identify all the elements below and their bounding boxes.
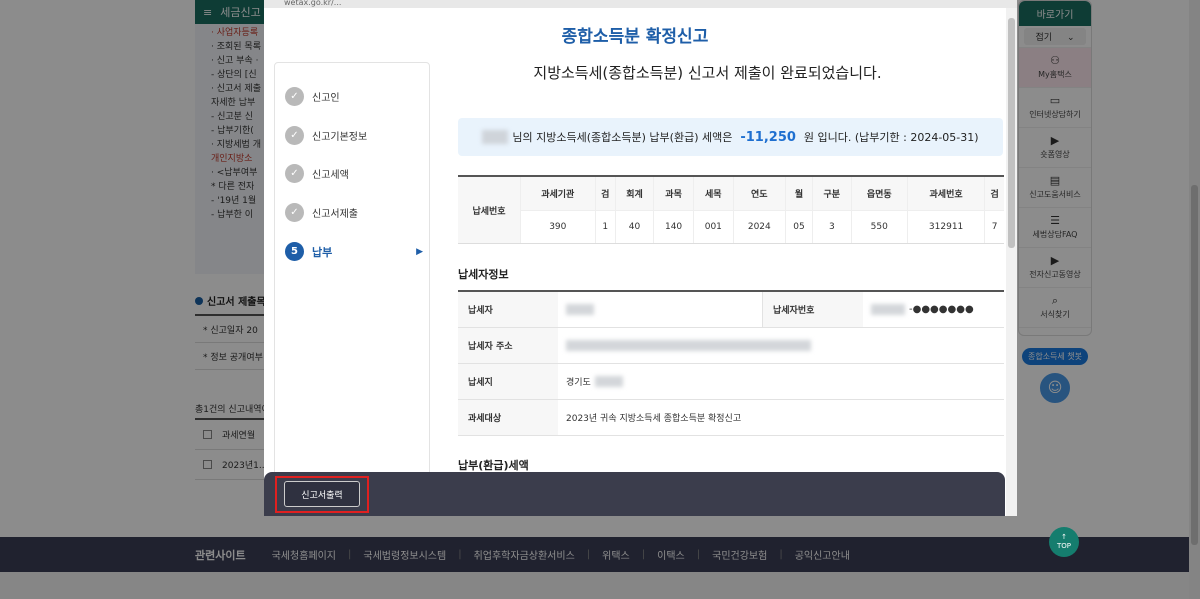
arrow-up-icon: ↑ (1061, 533, 1067, 541)
tax-amount-notice: 님의 지방소득세(종합소득분) 납부(환급) 세액은 -11,250 원 입니다… (458, 118, 1003, 156)
column-header: 월 (784, 177, 813, 211)
step-item: ✓ 신고세액 (285, 164, 415, 183)
table-row: 납세지 경기도 (458, 364, 1004, 400)
table-row: 과세대상 2023년 귀속 지방소득세 종합소득분 확정신고 (458, 400, 1004, 436)
modal-scrollbar[interactable] (1006, 8, 1017, 516)
cell-value: 3 (812, 210, 851, 243)
payer-section-title: 납세자정보 (458, 268, 509, 281)
filing-complete-modal: wetax.go.kr/... 종합소득분 확정신고 지방소득세(종합소득분) … (264, 0, 1017, 516)
masked-id (871, 304, 905, 315)
check-icon: ✓ (285, 203, 304, 222)
step-label: 신고기본정보 (312, 132, 368, 143)
column-header: 검 (594, 177, 616, 211)
step-item: ✓ 신고기본정보 (285, 126, 415, 145)
scrollbar-thumb[interactable] (1008, 18, 1015, 248)
check-icon: ✓ (285, 164, 304, 183)
cell-value: 550 (850, 210, 908, 243)
cell-value: 05 (784, 210, 813, 243)
tax-number-table: 납세번호 과세기관 검 회계 과목 세목 연도 월 구분 읍면동 과세번호 검 390 1 40 140 00… (458, 175, 1004, 244)
column-header: 회계 (614, 177, 654, 211)
refund-section-title: 납부(환급)세액 (458, 459, 529, 472)
cell-value: 390 (520, 210, 596, 243)
masked-address (566, 340, 811, 351)
cell-value: 2024 (732, 210, 786, 243)
column-header: 구분 (812, 177, 851, 211)
masked-location (594, 376, 623, 387)
payer-info-table: 납세자 납세자번호 -●●●●●●● 납세자 주소 납세지 경기도 과세대상 2… (458, 290, 1004, 436)
cell-value: 140 (653, 210, 694, 243)
check-icon: ✓ (285, 87, 304, 106)
step-label: 신고세액 (312, 170, 349, 181)
step-label: 신고인 (312, 93, 340, 104)
highlight-box (275, 476, 369, 513)
cell-value: 312911 (906, 210, 985, 243)
modal-title: 종합소득분 확정신고 (561, 27, 709, 47)
step-item: ✓ 신고인 (285, 87, 415, 106)
masked-name (566, 304, 594, 315)
arrow-right-icon: ▶ (416, 246, 423, 257)
column-header: 세목 (692, 177, 734, 211)
table-row: 납세자 주소 (458, 328, 1004, 364)
column-header: 과세기관 (520, 177, 596, 211)
cell-value: 7 (984, 210, 1004, 243)
column-header: 연도 (732, 177, 786, 211)
masked-name (482, 130, 509, 144)
cell-value: 001 (692, 210, 734, 243)
cell-value: 40 (614, 210, 654, 243)
modal-action-bar: 신고서출력 (264, 472, 1005, 516)
step-label: 신고서제출 (312, 209, 358, 220)
check-icon: ✓ (285, 126, 304, 145)
tax-amount: -11,250 (740, 129, 796, 145)
tax-number-label: 납세번호 (458, 177, 520, 243)
cell-value: 1 (594, 210, 616, 243)
column-header: 과세번호 (906, 177, 985, 211)
column-header: 읍면동 (850, 177, 908, 211)
step-item: ✓ 신고서제출 (285, 203, 415, 222)
column-header: 검 (984, 177, 1004, 211)
popup-url-bar: wetax.go.kr/... (264, 0, 1017, 8)
step-item: 5 납부 ▶ (285, 242, 423, 261)
step-number: 5 (285, 242, 304, 261)
step-label: 납부 (312, 245, 333, 259)
column-header: 과목 (653, 177, 694, 211)
step-indicator: ✓ 신고인 ✓ 신고기본정보 ✓ 신고세액 ✓ 신고서제출 5 납부 ▶ (274, 62, 430, 482)
scroll-top-button[interactable]: ↑ TOP (1049, 527, 1079, 557)
table-row: 납세자 납세자번호 -●●●●●●● (458, 292, 1004, 328)
